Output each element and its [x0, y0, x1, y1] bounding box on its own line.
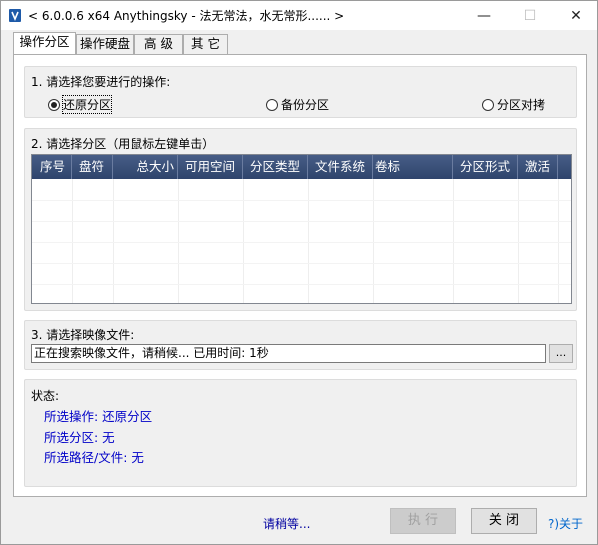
window-title: < 6.0.0.6 x64 Anythingsky - 法无常法，水无常形...… — [28, 9, 345, 23]
image-file-group-label: 3. 请选择映像文件: — [31, 328, 135, 342]
partition-table[interactable]: 序号 盘符 总大小 可用空间 分区类型 文件系统 卷标 分区形式 激活 — [31, 154, 572, 304]
radio-copy-label: 分区对拷 — [497, 98, 546, 112]
col-free-space[interactable]: 可用空间 — [178, 155, 243, 179]
status-label: 状态: — [31, 389, 60, 403]
close-window-button[interactable]: ✕ — [553, 1, 598, 30]
tab-operate-disk[interactable]: 操作硬盘 — [76, 34, 134, 54]
tab-advanced[interactable]: 高 级 — [134, 34, 183, 54]
execute-button[interactable]: 执 行 — [390, 508, 456, 534]
col-partition-type[interactable]: 分区类型 — [243, 155, 308, 179]
status-selected-operation: 所选操作: 还原分区 — [44, 409, 153, 424]
grid-row-line — [32, 200, 571, 201]
status-selected-partition: 所选分区: 无 — [44, 430, 115, 445]
partition-table-header: 序号 盘符 总大小 可用空间 分区类型 文件系统 卷标 分区形式 激活 — [32, 155, 571, 179]
browse-button[interactable]: ... — [549, 344, 573, 363]
grid-row-line — [32, 242, 571, 243]
col-partition-style[interactable]: 分区形式 — [453, 155, 518, 179]
grid-row-line — [32, 284, 571, 285]
radio-restore-circle[interactable] — [48, 98, 60, 111]
app-window: < 6.0.0.6 x64 Anythingsky - 法无常法，水无常形...… — [0, 0, 598, 545]
close-icon: ✕ — [570, 7, 582, 24]
operation-group-label: 1. 请选择您要进行的操作: — [31, 75, 171, 89]
maximize-button[interactable]: ☐ — [507, 1, 553, 30]
radio-restore-partition[interactable]: 还原分区 — [48, 95, 113, 114]
col-total-size[interactable]: 总大小 — [113, 155, 178, 179]
grid-row-line — [32, 221, 571, 222]
tab-operate-partition[interactable]: 操作分区 — [13, 32, 76, 54]
tab-other[interactable]: 其 它 — [183, 34, 228, 54]
maximize-icon: ☐ — [523, 7, 537, 24]
col-drive-letter[interactable]: 盘符 — [72, 155, 113, 179]
close-button[interactable]: 关 闭 — [471, 508, 537, 534]
minimize-icon: — — [477, 7, 491, 24]
grid-row-line — [32, 263, 571, 264]
status-selected-path: 所选路径/文件: 无 — [44, 450, 144, 465]
col-index[interactable]: 序号 — [32, 155, 72, 179]
radio-backup-label: 备份分区 — [281, 98, 330, 112]
radio-restore-label: 还原分区 — [61, 95, 113, 114]
col-file-system[interactable]: 文件系统 — [308, 155, 373, 179]
radio-backup-partition[interactable]: 备份分区 — [266, 96, 329, 113]
radio-copy-partition[interactable]: 分区对拷 — [482, 96, 545, 113]
about-link[interactable]: ?)关于 — [548, 515, 583, 532]
col-volume-label[interactable]: 卷标 — [373, 155, 453, 179]
partition-group-label: 2. 请选择分区（用鼠标左键单击） — [31, 137, 215, 151]
wait-text: 请稍等... — [263, 517, 311, 531]
minimize-button[interactable]: — — [461, 1, 507, 30]
image-path-input[interactable]: 正在搜索映像文件，请稍候... 已用时间: 1秒 — [31, 344, 546, 363]
col-active[interactable]: 激活 — [518, 155, 558, 179]
app-icon — [9, 9, 21, 22]
title-bar: < 6.0.0.6 x64 Anythingsky - 法无常法，水无常形...… — [1, 1, 597, 30]
radio-backup-circle[interactable] — [266, 98, 278, 111]
radio-copy-circle[interactable] — [482, 98, 494, 111]
